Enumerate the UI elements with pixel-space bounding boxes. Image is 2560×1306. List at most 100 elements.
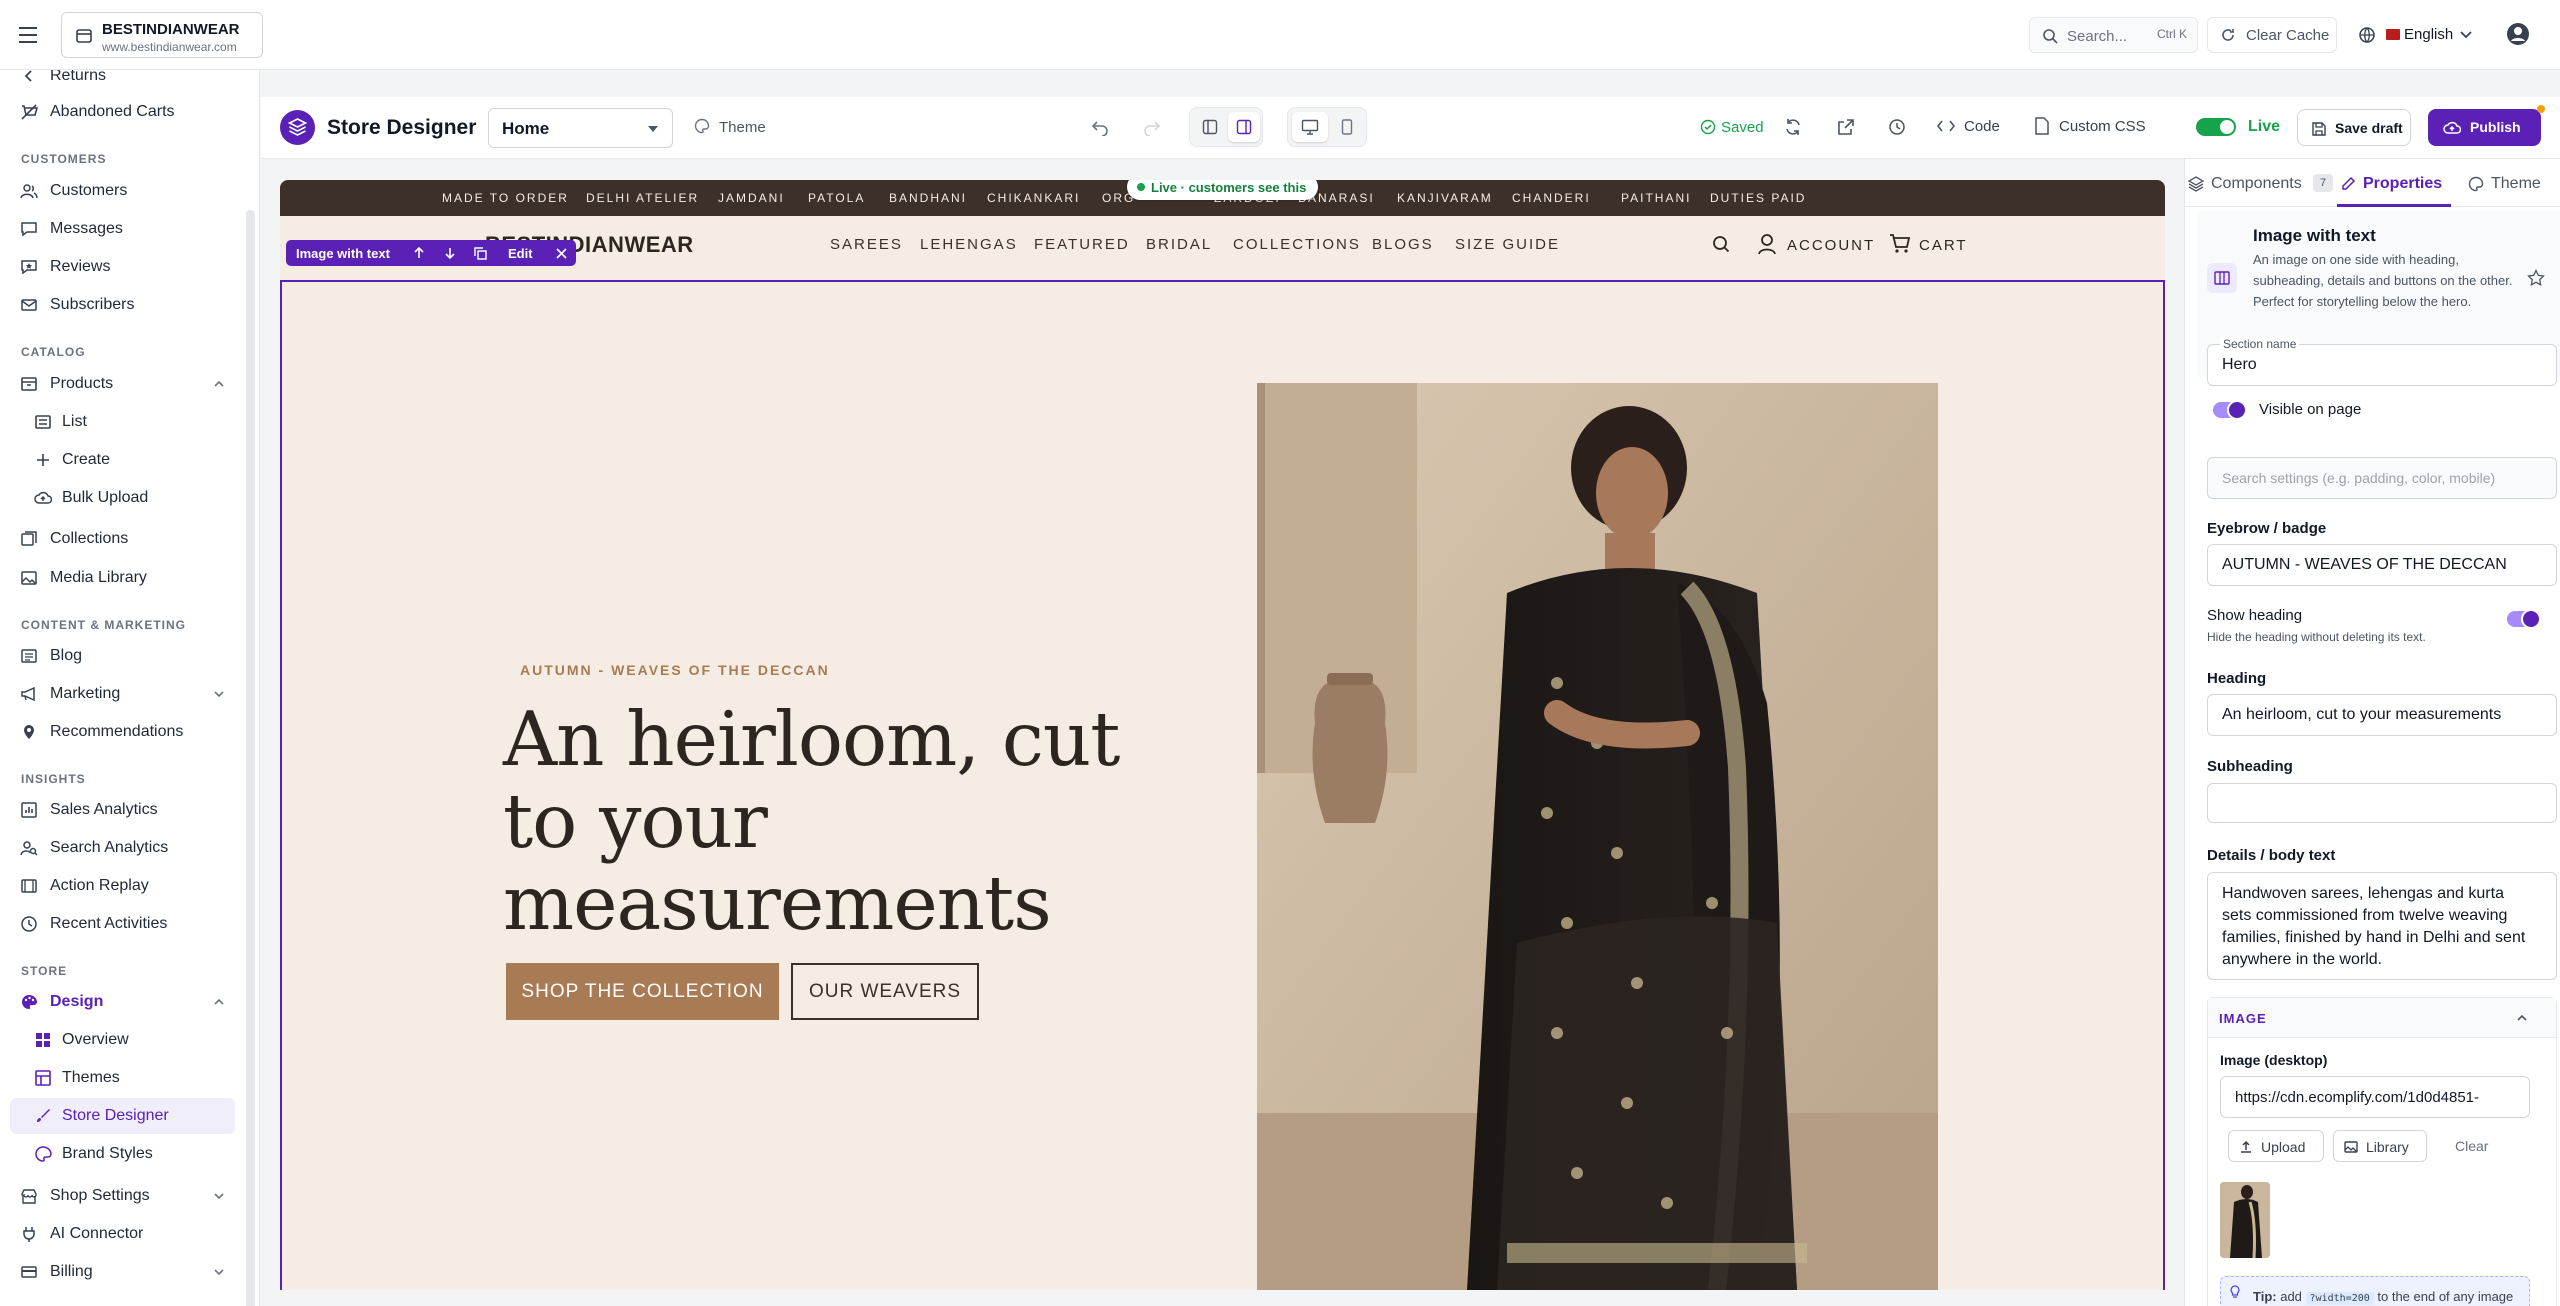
image-icon	[21, 571, 37, 585]
theme-button[interactable]: Theme	[694, 115, 774, 141]
image-group-header[interactable]: IMAGE	[2208, 998, 2556, 1038]
search-shortcut: Ctrl K	[2157, 27, 2187, 41]
menu-icon[interactable]	[18, 26, 38, 44]
our-weavers-button[interactable]: OUR WEAVERS	[791, 963, 979, 1020]
sidebar-item-overview[interactable]: Overview	[10, 1022, 235, 1058]
duplicate-icon[interactable]	[474, 247, 487, 260]
page-select[interactable]: Home	[488, 108, 673, 148]
sidebar-item-bulk-upload[interactable]: Bulk Upload	[10, 480, 235, 516]
sidebar-item-create[interactable]: Create	[10, 442, 235, 478]
sidebar-item-abandoned-carts[interactable]: Abandoned Carts	[10, 94, 235, 130]
save-draft-button[interactable]: Save draft	[2297, 109, 2411, 146]
clear-image-button[interactable]: Clear	[2455, 1138, 2488, 1154]
image-group-title: IMAGE	[2219, 1011, 2267, 1026]
show-heading-toggle[interactable]	[2507, 609, 2541, 629]
sidebar-item-action-replay[interactable]: Action Replay	[10, 868, 235, 904]
sidebar-item-store-designer[interactable]: Store Designer	[10, 1098, 235, 1134]
arrow-up-icon[interactable]	[413, 247, 425, 259]
sidebar-item-search-analytics[interactable]: Search Analytics	[10, 830, 235, 866]
library-button[interactable]: Library	[2333, 1130, 2427, 1162]
cart-link[interactable]: CART	[1889, 233, 1969, 257]
sidebar-item-customers[interactable]: Customers	[10, 173, 235, 209]
globe-icon	[2358, 26, 2376, 44]
code-button[interactable]: Code	[1937, 114, 2007, 140]
external-link-icon[interactable]	[1836, 117, 1856, 137]
nav-link-featured[interactable]: FEATURED	[1034, 236, 1130, 253]
upload-button[interactable]: Upload	[2228, 1130, 2324, 1162]
heading-input[interactable]: An heirloom, cut to your measurements	[2207, 694, 2557, 736]
sidebar-label: Returns	[50, 70, 107, 84]
live-toggle[interactable]: Live	[2196, 116, 2280, 138]
section-edit-button[interactable]: Edit	[508, 246, 533, 261]
left-panel-toggle[interactable]	[1194, 112, 1226, 142]
sidebar-item-list[interactable]: List	[10, 404, 235, 440]
undo-icon[interactable]	[1091, 118, 1109, 136]
store-switcher[interactable]: BESTINDIANWEAR www.bestindianwear.com	[61, 12, 263, 58]
sidebar-item-ai-connector[interactable]: AI Connector	[10, 1216, 235, 1252]
nav-link-lehengas[interactable]: LEHENGAS	[920, 236, 1018, 253]
announcement-item: DUTIES PAID	[1710, 191, 1807, 205]
visible-toggle[interactable]: Visible on page	[2213, 400, 2463, 420]
hero-eyebrow: AUTUMN - WEAVES OF THE DECCAN	[520, 662, 830, 678]
mobile-view-button[interactable]	[1330, 112, 1364, 142]
account-label: ACCOUNT	[1787, 237, 1876, 254]
sidebar-item-blog[interactable]: Blog	[10, 638, 235, 674]
chevron-up-icon	[214, 998, 224, 1005]
image-url-input[interactable]: https://cdn.ecomplify.com/1d0d4851-	[2220, 1076, 2530, 1118]
sidebar-item-messages[interactable]: Messages	[10, 211, 235, 247]
sidebar-item-brand-styles[interactable]: Brand Styles	[10, 1136, 235, 1172]
sidebar-item-subscribers[interactable]: Subscribers	[10, 287, 235, 323]
sidebar-item-billing[interactable]: Billing	[10, 1254, 235, 1290]
redo-icon[interactable]	[1143, 118, 1161, 136]
sidebar-item-collections[interactable]: Collections	[10, 521, 235, 557]
image-thumbnail[interactable]	[2220, 1182, 2270, 1258]
details-textarea[interactable]: Handwoven sarees, lehengas and kurta set…	[2207, 872, 2557, 980]
film-icon	[21, 879, 37, 893]
desktop-view-button[interactable]	[1292, 112, 1328, 142]
clear-cache-button[interactable]: Clear Cache	[2207, 17, 2337, 53]
sidebar-item-media-library[interactable]: Media Library	[10, 560, 235, 596]
sync-icon[interactable]	[1783, 117, 1803, 137]
sidebar-label: Shop Settings	[50, 1187, 150, 1204]
custom-css-button[interactable]: Custom CSS	[2034, 114, 2154, 140]
shop-collection-button[interactable]: SHOP THE COLLECTION	[506, 963, 779, 1020]
language-select[interactable]: English	[2348, 17, 2472, 53]
announcement-item: CHANDERI	[1512, 191, 1591, 205]
global-search[interactable]: Search... Ctrl K	[2029, 17, 2198, 53]
search-icon[interactable]	[1712, 235, 1730, 253]
tab-properties-label: Properties	[2363, 175, 2443, 192]
star-icon[interactable]	[2527, 269, 2545, 287]
pin-icon	[24, 725, 34, 739]
sidebar-item-shop-settings[interactable]: Shop Settings	[10, 1178, 235, 1214]
eyebrow-input[interactable]: AUTUMN - WEAVES OF THE DECCAN	[2207, 544, 2557, 586]
close-icon[interactable]	[556, 248, 567, 259]
sidebar-item-recommendations[interactable]: Recommendations	[10, 714, 235, 750]
upload-icon	[2241, 1140, 2251, 1153]
nav-link-blogs[interactable]: BLOGS	[1372, 236, 1434, 253]
sidebar-item-design[interactable]: Design	[10, 984, 235, 1020]
subheading-input[interactable]	[2207, 783, 2557, 823]
account-link[interactable]: ACCOUNT	[1757, 233, 1873, 257]
nav-link-bridal[interactable]: BRIDAL	[1146, 236, 1212, 253]
publish-button[interactable]: Publish	[2428, 105, 2545, 146]
arrow-down-icon[interactable]	[444, 247, 456, 259]
user-avatar-icon[interactable]	[2506, 22, 2530, 46]
sidebar-item-marketing[interactable]: Marketing	[10, 676, 235, 712]
sidebar-item-sales-analytics[interactable]: Sales Analytics	[10, 792, 235, 828]
search-user-icon	[20, 841, 38, 856]
settings-search-input[interactable]: Search settings (e.g. padding, color, mo…	[2207, 457, 2557, 499]
code-button-label: Code	[1964, 118, 2000, 135]
sidebar-item-recent-activities[interactable]: Recent Activities	[10, 906, 235, 942]
nav-link-collections[interactable]: COLLECTIONS	[1233, 236, 1361, 253]
right-panel-toggle[interactable]	[1228, 112, 1260, 142]
sidebar-scrollbar[interactable]	[246, 210, 255, 1306]
history-icon[interactable]	[1887, 117, 1907, 137]
sidebar-item-themes[interactable]: Themes	[10, 1060, 235, 1096]
sidebar-item-returns[interactable]: Returns	[10, 70, 235, 94]
nav-link-sarees[interactable]: SAREES	[830, 236, 903, 253]
sidebar-item-products[interactable]: Products	[10, 366, 235, 402]
nav-link-size-guide[interactable]: SIZE GUIDE	[1455, 236, 1560, 253]
mail-icon	[21, 299, 37, 311]
tab-components-label: Components	[2211, 175, 2302, 192]
sidebar-item-reviews[interactable]: Reviews	[10, 249, 235, 285]
